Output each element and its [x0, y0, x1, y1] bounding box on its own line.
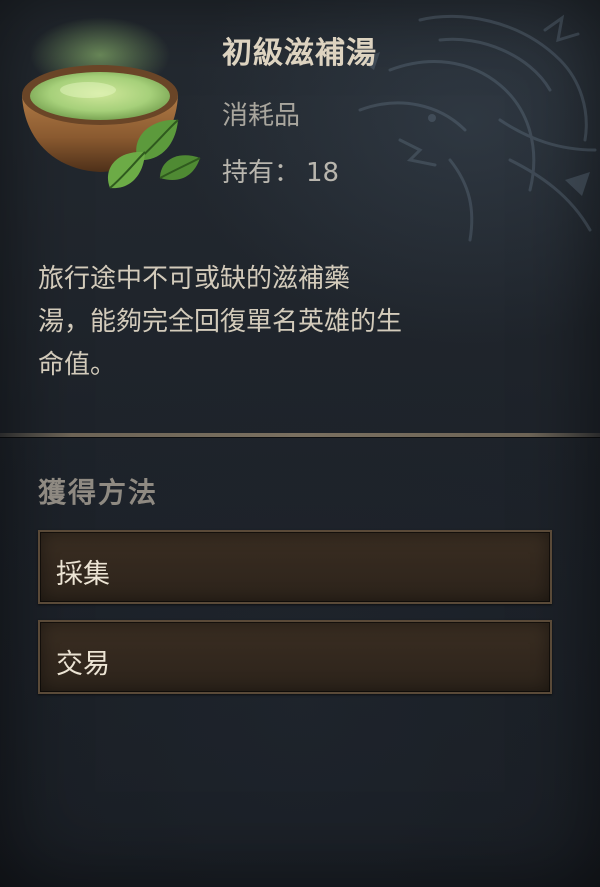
herbal-soup-bowl-icon: [22, 17, 201, 189]
description-line: 湯，能夠完全回復單名英雄的生: [38, 307, 403, 337]
owned-label: 持有：: [222, 158, 301, 188]
item-description: 旅行途中不可或缺的滋補藥 湯，能夠完全回復單名英雄的生 命值。: [38, 258, 538, 387]
owned-count-row: 持有： 18: [222, 152, 339, 189]
description-line: 命值。: [38, 350, 117, 380]
section-divider: [0, 433, 600, 437]
description-line: 旅行途中不可或缺的滋補藥: [38, 264, 351, 294]
item-name: 初級滋補湯: [222, 36, 377, 71]
acquisition-method-label: 採集: [56, 559, 110, 590]
item-tooltip-panel: 初級滋補湯 消耗品 持有： 18 旅行途中不可或缺的滋補藥 湯，能夠完全回復單名英…: [0, 0, 600, 887]
item-type-label: 消耗品: [222, 101, 301, 131]
acquisition-method-label: 交易: [56, 649, 110, 680]
acquisition-section-title: 獲得方法: [38, 476, 159, 509]
owned-count: 18: [306, 158, 340, 188]
acquisition-method-gather-button[interactable]: 採集: [38, 530, 552, 604]
acquisition-method-trade-button[interactable]: 交易: [38, 620, 552, 694]
